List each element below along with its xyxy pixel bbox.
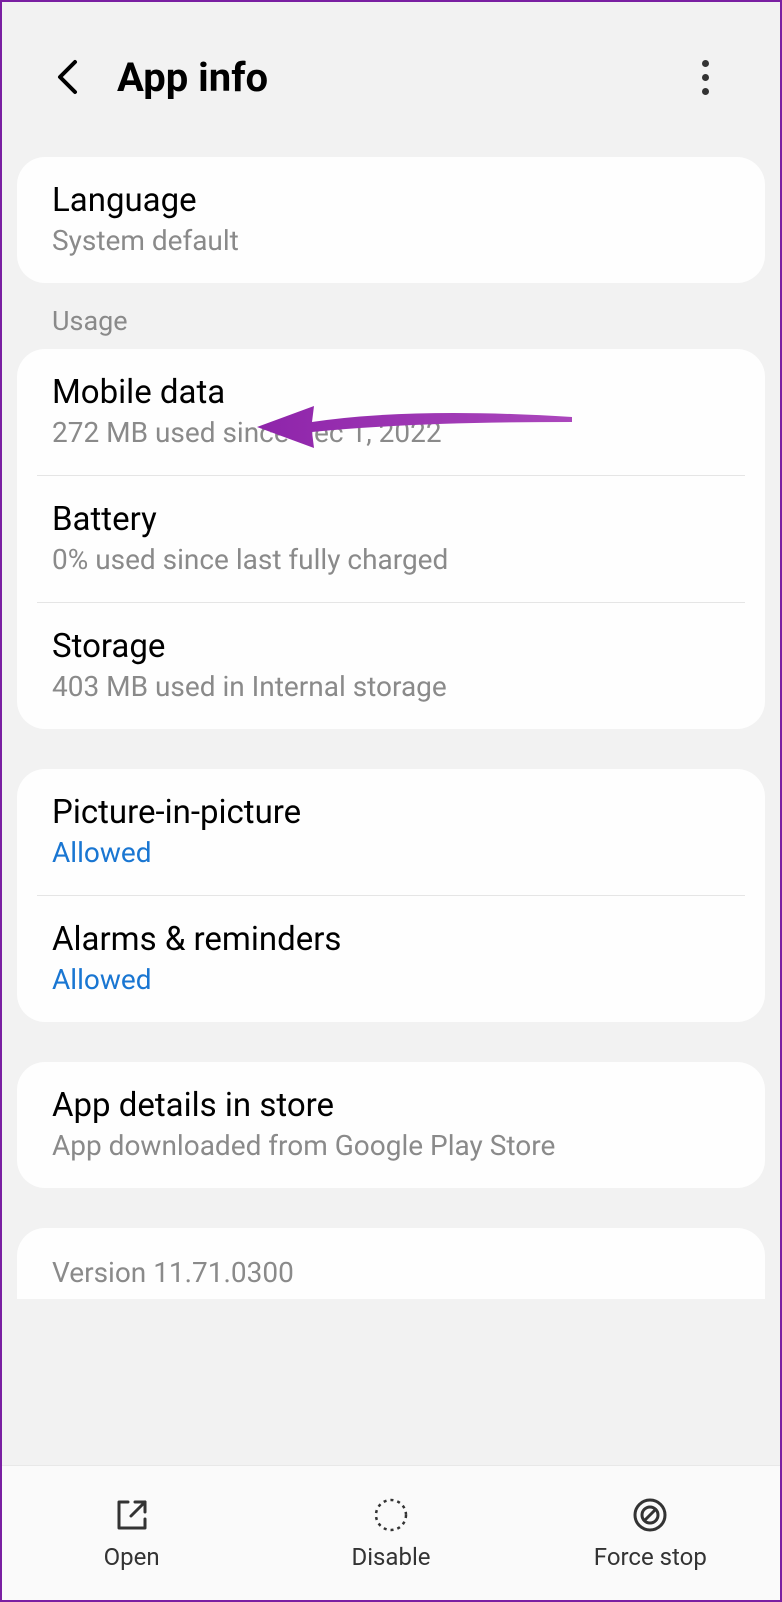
store-sub: App downloaded from Google Play Store: [52, 1129, 730, 1162]
back-icon[interactable]: [47, 57, 87, 97]
disable-button[interactable]: Disable: [261, 1466, 520, 1600]
storage-item[interactable]: Storage 403 MB used in Internal storage: [17, 603, 765, 729]
store-title: App details in store: [52, 1086, 730, 1125]
battery-title: Battery: [52, 500, 730, 539]
open-label: Open: [104, 1543, 160, 1571]
alarms-title: Alarms & reminders: [52, 920, 730, 959]
version-text: Version 11.71.0300: [52, 1256, 730, 1289]
storage-sub: 403 MB used in Internal storage: [52, 670, 730, 703]
disable-label: Disable: [351, 1543, 430, 1571]
language-title: Language: [52, 181, 730, 220]
mobile-data-sub: 272 MB used since Dec 1, 2022: [52, 416, 730, 449]
more-options-icon[interactable]: [685, 57, 725, 97]
language-card: Language System default: [17, 157, 765, 283]
store-card: App details in store App downloaded from…: [17, 1062, 765, 1188]
mobile-data-title: Mobile data: [52, 373, 730, 412]
store-item[interactable]: App details in store App downloaded from…: [17, 1062, 765, 1188]
pip-title: Picture-in-picture: [52, 793, 730, 832]
page-title: App info: [117, 54, 685, 101]
pip-item[interactable]: Picture-in-picture Allowed: [17, 769, 765, 895]
pip-sub: Allowed: [52, 836, 730, 869]
battery-sub: 0% used since last fully charged: [52, 543, 730, 576]
language-sub: System default: [52, 224, 730, 257]
open-icon: [112, 1495, 152, 1535]
force-stop-button[interactable]: Force stop: [521, 1466, 780, 1600]
storage-title: Storage: [52, 627, 730, 666]
alarms-sub: Allowed: [52, 963, 730, 996]
alarms-item[interactable]: Alarms & reminders Allowed: [17, 896, 765, 1022]
header: App info: [2, 2, 780, 142]
disable-icon: [371, 1495, 411, 1535]
force-stop-icon: [630, 1495, 670, 1535]
bottom-bar: Open Disable Force stop: [2, 1465, 780, 1600]
language-item[interactable]: Language System default: [17, 157, 765, 283]
force-stop-label: Force stop: [594, 1543, 707, 1571]
usage-card: Mobile data 272 MB used since Dec 1, 202…: [17, 349, 765, 729]
mobile-data-item[interactable]: Mobile data 272 MB used since Dec 1, 202…: [17, 349, 765, 475]
version-card: Version 11.71.0300: [17, 1228, 765, 1299]
usage-section-header: Usage: [2, 283, 780, 349]
open-button[interactable]: Open: [2, 1466, 261, 1600]
perms-card: Picture-in-picture Allowed Alarms & remi…: [17, 769, 765, 1022]
battery-item[interactable]: Battery 0% used since last fully charged: [17, 476, 765, 602]
